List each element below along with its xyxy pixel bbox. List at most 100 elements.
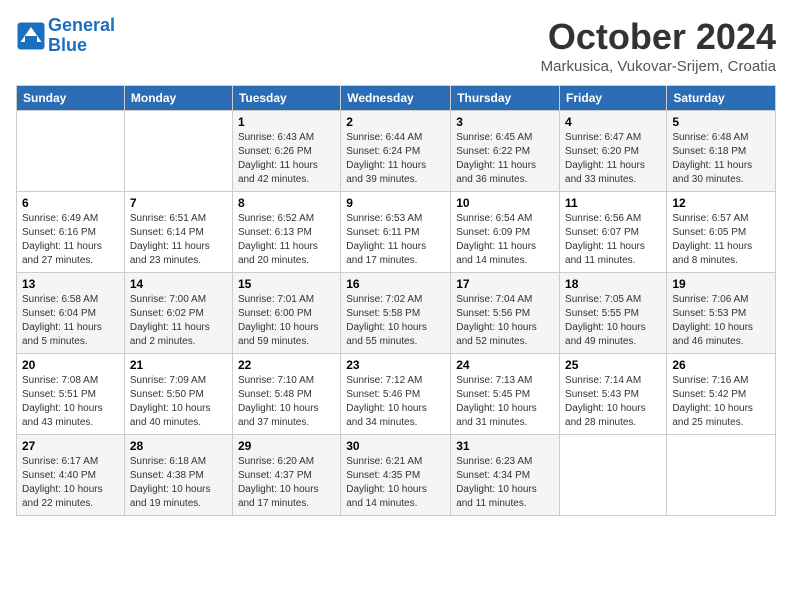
- day-number: 20: [22, 358, 119, 372]
- calendar-table: SundayMondayTuesdayWednesdayThursdayFrid…: [16, 85, 776, 516]
- logo: General Blue: [16, 16, 115, 56]
- day-number: 18: [565, 277, 661, 291]
- day-number: 14: [130, 277, 227, 291]
- day-number: 31: [456, 439, 554, 453]
- day-number: 7: [130, 196, 227, 210]
- day-info: Sunrise: 6:51 AM Sunset: 6:14 PM Dayligh…: [130, 212, 227, 268]
- day-number: 13: [22, 277, 119, 291]
- page-header: General Blue October 2024 Markusica, Vuk…: [16, 16, 776, 75]
- calendar-cell: 11Sunrise: 6:56 AM Sunset: 6:07 PM Dayli…: [560, 192, 667, 273]
- calendar-cell: 10 Sunrise: 6:54 AM Sunset: 6:09 PM Dayli…: [451, 192, 560, 273]
- calendar-cell: 9 Sunrise: 6:53 AM Sunset: 6:11 PM Daylig…: [341, 192, 451, 273]
- day-info: Sunrise: 6:45 AM Sunset: 6:22 PM Dayligh…: [456, 131, 554, 187]
- day-number: 11: [565, 196, 661, 210]
- day-info: Sunrise: 7:14 AM Sunset: 5:43 PM Dayligh…: [565, 374, 661, 430]
- day-number: 29: [238, 439, 335, 453]
- calendar-cell: 1 Sunrise: 6:43 AM Sunset: 6:26 PM Daylig…: [232, 111, 340, 192]
- day-number: 8: [238, 196, 335, 210]
- day-number: 1: [238, 115, 335, 129]
- calendar-week-row: 27 Sunrise: 6:17 AM Sunset: 4:40 PM Dayli…: [17, 435, 776, 516]
- weekday-header: Friday: [560, 86, 667, 111]
- calendar-cell: 19 Sunrise: 7:06 AM Sunset: 5:53 PM Dayli…: [667, 273, 776, 354]
- day-number: 17: [456, 277, 554, 291]
- day-number: 19: [672, 277, 770, 291]
- day-info: Sunrise: 6:58 AM Sunset: 6:04 PM Dayligh…: [22, 293, 119, 349]
- day-info: Sunrise: 7:12 AM Sunset: 5:46 PM Dayligh…: [346, 374, 445, 430]
- calendar-cell: 25Sunrise: 7:14 AM Sunset: 5:43 PM Dayli…: [560, 354, 667, 435]
- day-number: 3: [456, 115, 554, 129]
- day-info: Sunrise: 7:13 AM Sunset: 5:45 PM Dayligh…: [456, 374, 554, 430]
- day-number: 12: [672, 196, 770, 210]
- calendar-cell: 23Sunrise: 7:12 AM Sunset: 5:46 PM Dayli…: [341, 354, 451, 435]
- logo-icon: [16, 21, 46, 51]
- calendar-cell: 16 Sunrise: 7:02 AM Sunset: 5:58 PM Dayli…: [341, 273, 451, 354]
- day-number: 30: [346, 439, 445, 453]
- calendar-header-row: SundayMondayTuesdayWednesdayThursdayFrid…: [17, 86, 776, 111]
- calendar-cell: 31 Sunrise: 6:23 AM Sunset: 4:34 PM Dayli…: [451, 435, 560, 516]
- calendar-cell: 13 Sunrise: 6:58 AM Sunset: 6:04 PM Dayli…: [17, 273, 125, 354]
- calendar-cell: 14 Sunrise: 7:00 AM Sunset: 6:02 PM Dayli…: [124, 273, 232, 354]
- day-number: 27: [22, 439, 119, 453]
- calendar-cell: 7 Sunrise: 6:51 AM Sunset: 6:14 PM Daylig…: [124, 192, 232, 273]
- calendar-week-row: 20Sunrise: 7:08 AM Sunset: 5:51 PM Dayli…: [17, 354, 776, 435]
- day-info: Sunrise: 6:43 AM Sunset: 6:26 PM Dayligh…: [238, 131, 335, 187]
- calendar-cell: 29 Sunrise: 6:20 AM Sunset: 4:37 PM Dayli…: [232, 435, 340, 516]
- calendar-cell: 4Sunrise: 6:47 AM Sunset: 6:20 PM Daylig…: [560, 111, 667, 192]
- calendar-cell: 17 Sunrise: 7:04 AM Sunset: 5:56 PM Dayli…: [451, 273, 560, 354]
- calendar-week-row: 13 Sunrise: 6:58 AM Sunset: 6:04 PM Dayli…: [17, 273, 776, 354]
- calendar-cell: 8 Sunrise: 6:52 AM Sunset: 6:13 PM Daylig…: [232, 192, 340, 273]
- day-info: Sunrise: 7:09 AM Sunset: 5:50 PM Dayligh…: [130, 374, 227, 430]
- calendar-cell: 30Sunrise: 6:21 AM Sunset: 4:35 PM Dayli…: [341, 435, 451, 516]
- day-info: Sunrise: 6:57 AM Sunset: 6:05 PM Dayligh…: [672, 212, 770, 268]
- day-number: 9: [346, 196, 445, 210]
- calendar-cell: 15Sunrise: 7:01 AM Sunset: 6:00 PM Dayli…: [232, 273, 340, 354]
- day-number: 10: [456, 196, 554, 210]
- weekday-header: Thursday: [451, 86, 560, 111]
- day-info: Sunrise: 6:52 AM Sunset: 6:13 PM Dayligh…: [238, 212, 335, 268]
- day-info: Sunrise: 6:49 AM Sunset: 6:16 PM Dayligh…: [22, 212, 119, 268]
- calendar-cell: 24 Sunrise: 7:13 AM Sunset: 5:45 PM Dayli…: [451, 354, 560, 435]
- calendar-cell: 2Sunrise: 6:44 AM Sunset: 6:24 PM Daylig…: [341, 111, 451, 192]
- calendar-week-row: 1 Sunrise: 6:43 AM Sunset: 6:26 PM Daylig…: [17, 111, 776, 192]
- day-info: Sunrise: 7:16 AM Sunset: 5:42 PM Dayligh…: [672, 374, 770, 430]
- day-number: 6: [22, 196, 119, 210]
- calendar-week-row: 6 Sunrise: 6:49 AM Sunset: 6:16 PM Daylig…: [17, 192, 776, 273]
- calendar-cell: [560, 435, 667, 516]
- calendar-cell: 6 Sunrise: 6:49 AM Sunset: 6:16 PM Daylig…: [17, 192, 125, 273]
- day-number: 16: [346, 277, 445, 291]
- day-info: Sunrise: 6:23 AM Sunset: 4:34 PM Dayligh…: [456, 455, 554, 511]
- calendar-cell: 21Sunrise: 7:09 AM Sunset: 5:50 PM Dayli…: [124, 354, 232, 435]
- calendar-cell: 20Sunrise: 7:08 AM Sunset: 5:51 PM Dayli…: [17, 354, 125, 435]
- day-number: 28: [130, 439, 227, 453]
- day-info: Sunrise: 7:02 AM Sunset: 5:58 PM Dayligh…: [346, 293, 445, 349]
- day-info: Sunrise: 6:20 AM Sunset: 4:37 PM Dayligh…: [238, 455, 335, 511]
- day-number: 15: [238, 277, 335, 291]
- weekday-header: Wednesday: [341, 86, 451, 111]
- day-info: Sunrise: 6:54 AM Sunset: 6:09 PM Dayligh…: [456, 212, 554, 268]
- title-block: October 2024 Markusica, Vukovar-Srijem, …: [541, 16, 776, 75]
- day-info: Sunrise: 7:06 AM Sunset: 5:53 PM Dayligh…: [672, 293, 770, 349]
- day-info: Sunrise: 7:04 AM Sunset: 5:56 PM Dayligh…: [456, 293, 554, 349]
- calendar-cell: 18 Sunrise: 7:05 AM Sunset: 5:55 PM Dayli…: [560, 273, 667, 354]
- calendar-cell: 28Sunrise: 6:18 AM Sunset: 4:38 PM Dayli…: [124, 435, 232, 516]
- day-number: 26: [672, 358, 770, 372]
- calendar-cell: 27 Sunrise: 6:17 AM Sunset: 4:40 PM Dayli…: [17, 435, 125, 516]
- day-info: Sunrise: 6:17 AM Sunset: 4:40 PM Dayligh…: [22, 455, 119, 511]
- month-title: October 2024: [541, 16, 776, 58]
- day-info: Sunrise: 7:00 AM Sunset: 6:02 PM Dayligh…: [130, 293, 227, 349]
- weekday-header: Tuesday: [232, 86, 340, 111]
- weekday-header: Saturday: [667, 86, 776, 111]
- location-title: Markusica, Vukovar-Srijem, Croatia: [541, 58, 776, 75]
- day-number: 5: [672, 115, 770, 129]
- day-number: 22: [238, 358, 335, 372]
- calendar-cell: 5Sunrise: 6:48 AM Sunset: 6:18 PM Daylig…: [667, 111, 776, 192]
- day-info: Sunrise: 6:47 AM Sunset: 6:20 PM Dayligh…: [565, 131, 661, 187]
- day-info: Sunrise: 7:05 AM Sunset: 5:55 PM Dayligh…: [565, 293, 661, 349]
- calendar-cell: 22Sunrise: 7:10 AM Sunset: 5:48 PM Dayli…: [232, 354, 340, 435]
- day-number: 24: [456, 358, 554, 372]
- weekday-header: Sunday: [17, 86, 125, 111]
- day-info: Sunrise: 6:53 AM Sunset: 6:11 PM Dayligh…: [346, 212, 445, 268]
- calendar-cell: 26 Sunrise: 7:16 AM Sunset: 5:42 PM Dayli…: [667, 354, 776, 435]
- calendar-cell: 3 Sunrise: 6:45 AM Sunset: 6:22 PM Daylig…: [451, 111, 560, 192]
- calendar-cell: 12 Sunrise: 6:57 AM Sunset: 6:05 PM Dayli…: [667, 192, 776, 273]
